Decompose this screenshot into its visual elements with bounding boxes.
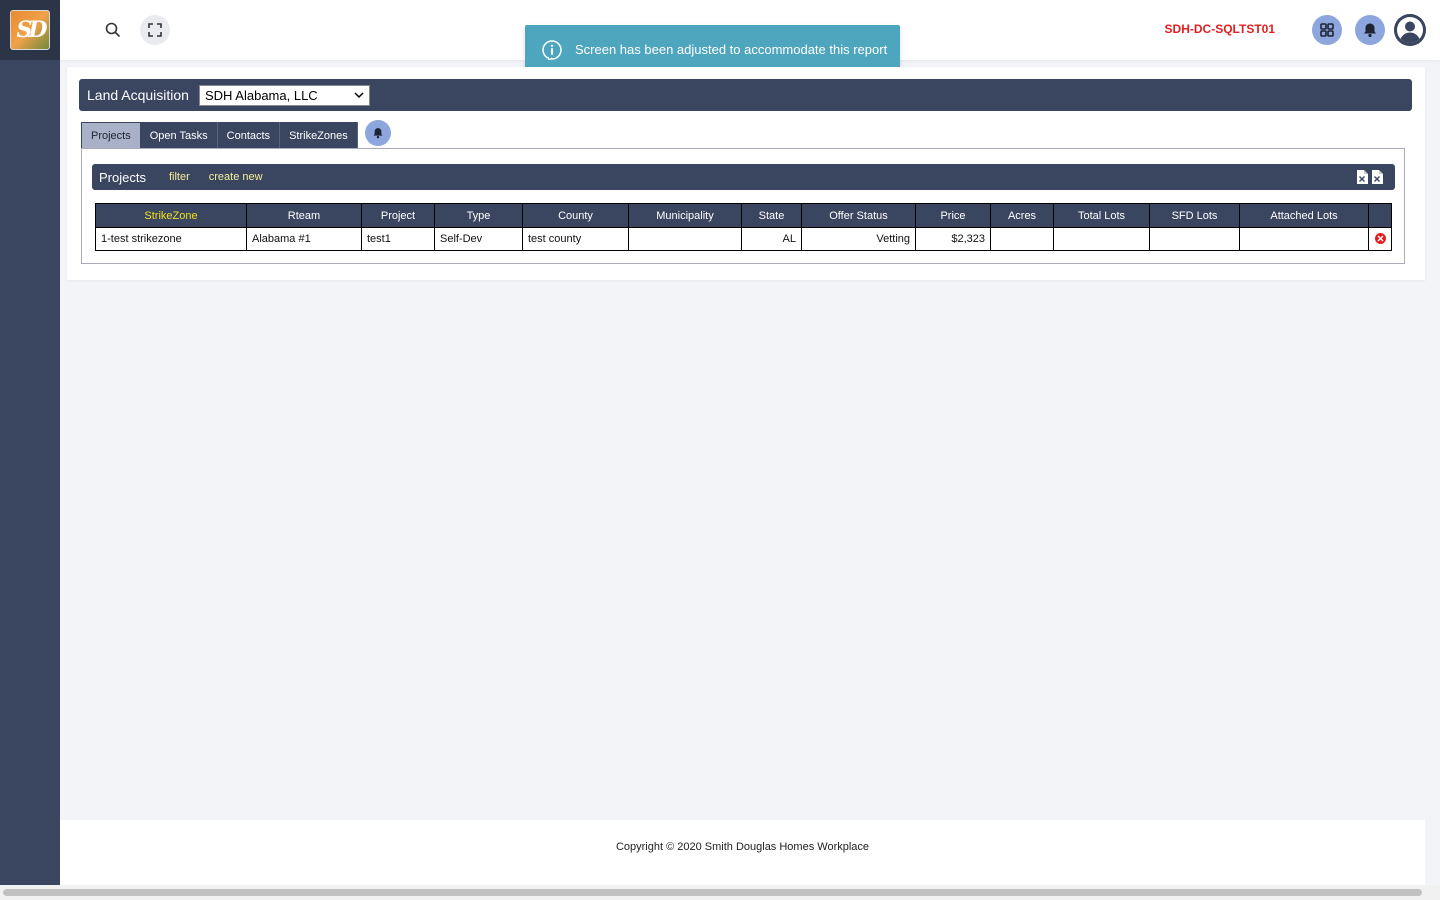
projects-title: Projects [99,169,146,185]
table-cell[interactable] [1239,227,1369,251]
tab-contacts[interactable]: Contacts [217,122,281,149]
filter-link[interactable]: filter [169,171,190,183]
excel-export-icon[interactable] [1372,170,1383,184]
table-cell[interactable]: test1 [361,227,435,251]
company-logo[interactable]: SD [10,10,50,50]
column-header[interactable]: Municipality [628,203,742,228]
table-cell[interactable]: Vetting [801,227,916,251]
company-select[interactable]: SDH Alabama, LLC [198,84,370,106]
horizontal-scrollbar[interactable] [0,885,1440,900]
create-new-link[interactable]: create new [209,171,263,183]
chevron-down-icon [354,91,364,98]
projects-table: StrikeZone Rteam Project Type County Mun… [95,203,1392,251]
column-header [1368,203,1392,228]
sidebar [0,0,60,885]
column-header[interactable]: Type [434,203,523,228]
projects-panel: Projects filter create new StrikeZone Rt… [81,148,1405,264]
tab-bar: Projects Open Tasks Contacts StrikeZones [81,122,358,149]
copyright-text: Copyright © 2020 Smith Douglas Homes Wor… [615,841,870,853]
column-header[interactable]: State [741,203,802,228]
table-cell[interactable] [628,227,742,251]
table-cell[interactable] [1149,227,1240,251]
module-header: Land Acquisition SDH Alabama, LLC [79,79,1412,111]
company-select-value: SDH Alabama, LLC [204,87,318,103]
grid-icon[interactable] [1312,15,1342,45]
column-header[interactable]: Acres [990,203,1054,228]
table-cell[interactable]: Self-Dev [434,227,523,251]
excel-export-icon[interactable] [1357,170,1368,184]
table-cell[interactable]: test county [522,227,629,251]
table-cell[interactable]: 1-test strikezone [95,227,247,251]
main-card: Land Acquisition SDH Alabama, LLC Projec… [67,67,1425,280]
table-cell[interactable] [990,227,1054,251]
column-header[interactable]: County [522,203,629,228]
column-header[interactable]: Attached Lots [1239,203,1369,228]
search-icon[interactable] [98,15,128,45]
tab-projects[interactable]: Projects [81,122,141,149]
column-header[interactable]: Rteam [246,203,362,228]
notification-bell-icon[interactable] [365,120,391,146]
server-name: SDH-DC-SQLTST01 [1164,22,1275,36]
delete-icon[interactable] [1374,233,1386,244]
tab-strikezones[interactable]: StrikeZones [280,122,358,149]
info-icon [542,39,562,60]
delete-cell [1368,227,1392,251]
tab-open-tasks[interactable]: Open Tasks [140,122,218,149]
column-header[interactable]: StrikeZone [95,203,247,228]
page-title: Land Acquisition [87,87,189,103]
table-cell[interactable]: AL [741,227,802,251]
fullscreen-icon[interactable] [140,15,170,45]
column-header[interactable]: SFD Lots [1149,203,1240,228]
column-header[interactable]: Offer Status [801,203,916,228]
logo-container[interactable]: SD [0,0,60,60]
bell-icon[interactable] [1355,15,1385,45]
projects-header: Projects filter create new [92,164,1395,190]
column-header[interactable]: Project [361,203,435,228]
scrollbar-thumb[interactable] [3,889,1422,896]
column-header[interactable]: Price [915,203,991,228]
table-cell[interactable] [1053,227,1150,251]
column-header[interactable]: Total Lots [1053,203,1150,228]
table-header-row: StrikeZone Rteam Project Type County Mun… [95,203,1392,228]
table-cell[interactable]: Alabama #1 [246,227,362,251]
user-avatar-icon[interactable] [1394,14,1426,46]
table-cell[interactable]: $2,323 [915,227,991,251]
footer: Copyright © 2020 Smith Douglas Homes Wor… [60,820,1425,885]
table-row[interactable]: 1-test strikezone Alabama #1 test1 Self-… [95,227,1392,251]
toast-message: Screen has been adjusted to accommodate … [575,42,888,57]
